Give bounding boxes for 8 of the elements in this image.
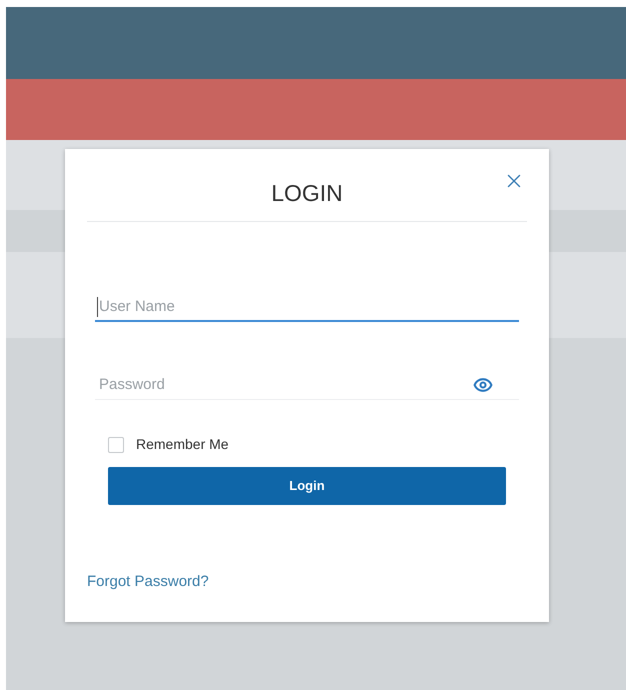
- dialog-title: LOGIN: [271, 178, 343, 208]
- text-cursor: [97, 297, 98, 317]
- remember-checkbox[interactable]: [108, 436, 124, 452]
- show-password-icon[interactable]: [473, 375, 493, 395]
- login-button[interactable]: Login: [108, 467, 506, 505]
- remember-label: Remember Me: [136, 435, 229, 454]
- forgot-password-link[interactable]: Forgot Password?: [87, 573, 209, 590]
- password-field[interactable]: Password: [95, 370, 519, 400]
